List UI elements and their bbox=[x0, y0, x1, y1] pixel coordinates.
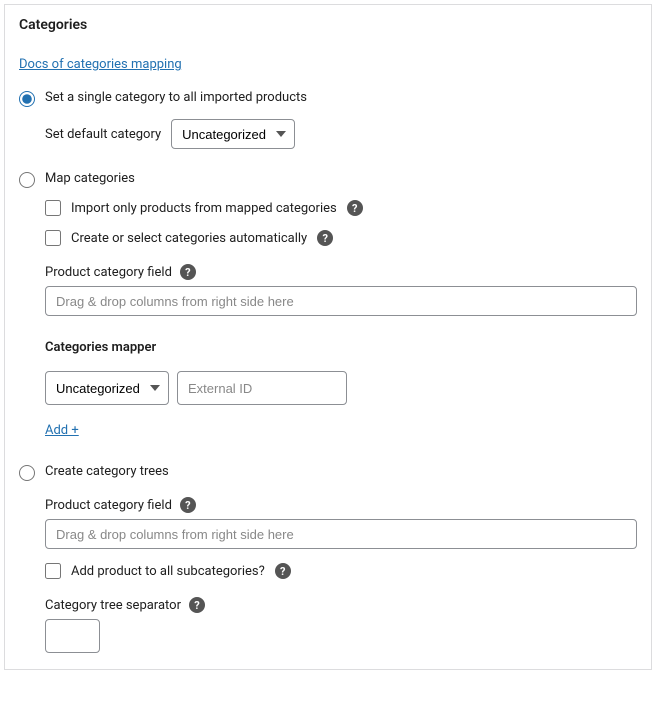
radio-create-category-trees[interactable] bbox=[19, 465, 35, 481]
create-category-trees-label: Create category trees bbox=[45, 464, 169, 479]
mapper-category-select[interactable]: Uncategorized bbox=[45, 371, 169, 405]
tree-product-category-field-label: Product category field bbox=[45, 498, 172, 513]
add-subcategories-label: Add product to all subcategories? bbox=[71, 564, 265, 579]
radio-map-categories[interactable] bbox=[19, 172, 35, 188]
help-icon[interactable]: ? bbox=[347, 200, 363, 216]
default-category-label: Set default category bbox=[45, 127, 161, 142]
product-category-field-input[interactable] bbox=[45, 286, 637, 316]
panel-title: Categories bbox=[19, 17, 637, 33]
help-icon[interactable]: ? bbox=[189, 597, 205, 613]
product-category-field-label: Product category field bbox=[45, 265, 172, 280]
docs-link[interactable]: Docs of categories mapping bbox=[19, 57, 182, 72]
map-categories-label: Map categories bbox=[45, 171, 135, 186]
single-category-label: Set a single category to all imported pr… bbox=[45, 90, 307, 105]
tree-separator-label: Category tree separator bbox=[45, 598, 181, 613]
default-category-select[interactable]: Uncategorized bbox=[171, 119, 295, 149]
auto-create-categories-checkbox[interactable] bbox=[45, 230, 61, 246]
tree-separator-input[interactable] bbox=[45, 619, 100, 653]
add-mapper-link[interactable]: Add + bbox=[45, 423, 79, 438]
help-icon[interactable]: ? bbox=[180, 497, 196, 513]
help-icon[interactable]: ? bbox=[180, 264, 196, 280]
add-subcategories-checkbox[interactable] bbox=[45, 563, 61, 579]
auto-create-categories-label: Create or select categories automaticall… bbox=[71, 231, 307, 246]
mapper-external-id-input[interactable] bbox=[177, 371, 347, 405]
categories-mapper-heading: Categories mapper bbox=[45, 340, 637, 355]
radio-single-category[interactable] bbox=[19, 91, 35, 107]
import-only-mapped-label: Import only products from mapped categor… bbox=[71, 201, 337, 216]
help-icon[interactable]: ? bbox=[317, 230, 333, 246]
help-icon[interactable]: ? bbox=[275, 563, 291, 579]
import-only-mapped-checkbox[interactable] bbox=[45, 200, 61, 216]
tree-product-category-field-input[interactable] bbox=[45, 519, 637, 549]
